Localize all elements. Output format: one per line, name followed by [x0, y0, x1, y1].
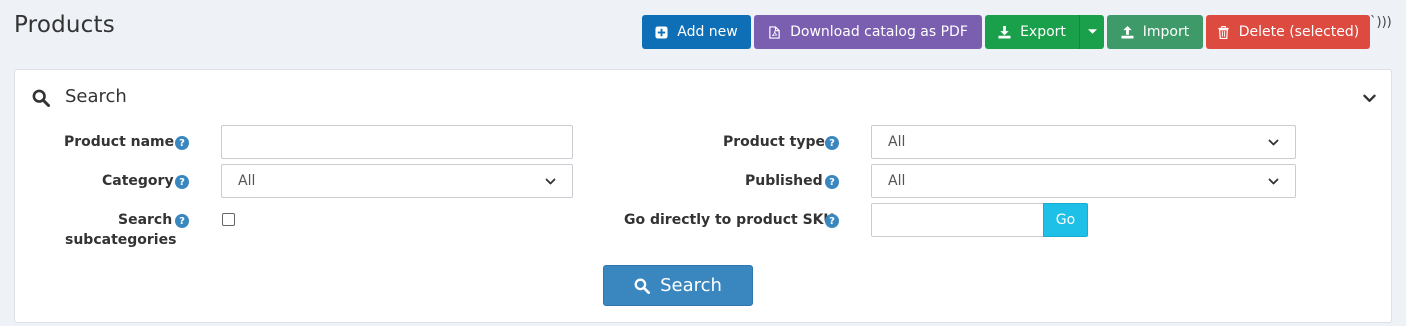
upload-icon	[1121, 25, 1134, 39]
go-button[interactable]: Go	[1043, 203, 1088, 237]
product-type-selected-value: All	[888, 134, 906, 150]
caret-down-icon	[1087, 29, 1097, 34]
search-subcategories-help-icon[interactable]: ?	[175, 214, 189, 228]
download-icon	[998, 25, 1011, 39]
published-label: Published	[745, 173, 823, 189]
product-type-help-icon[interactable]: ?	[825, 136, 839, 150]
sku-label: Go directly to product SKU	[624, 212, 835, 228]
add-new-label: Add new	[677, 24, 738, 40]
search-subcategories-checkbox[interactable]	[222, 213, 235, 226]
search-icon	[634, 278, 651, 294]
published-select[interactable]: All	[871, 164, 1296, 198]
export-button[interactable]: Export	[985, 15, 1079, 49]
product-type-label: Product type	[723, 134, 825, 150]
search-button-label: Search	[660, 275, 722, 296]
export-dropdown-toggle[interactable]	[1079, 15, 1104, 49]
delete-selected-button[interactable]: Delete (selected)	[1206, 15, 1370, 49]
search-subcategories-label-line1: Search	[118, 212, 173, 228]
chevron-down-icon	[1268, 178, 1279, 184]
published-selected-value: All	[888, 173, 906, 189]
import-button[interactable]: Import	[1107, 15, 1203, 49]
delete-selected-label: Delete (selected)	[1238, 24, 1360, 40]
product-name-label: Product name	[64, 134, 175, 150]
trash-icon	[1218, 25, 1229, 39]
page-title: Products	[14, 12, 115, 38]
product-name-input[interactable]	[221, 125, 573, 159]
category-help-icon[interactable]: ?	[175, 175, 189, 189]
export-label: Export	[1020, 24, 1066, 40]
sku-help-icon[interactable]: ?	[825, 214, 839, 228]
category-selected-value: All	[238, 173, 256, 189]
toolbar: Add new Download catalog as PDF Export I…	[642, 15, 1370, 49]
chevron-down-icon	[1268, 139, 1279, 145]
category-select[interactable]: All	[221, 164, 573, 198]
chevron-down-icon	[545, 178, 556, 184]
stray-text: `)))	[1370, 15, 1392, 30]
product-type-select[interactable]: All	[871, 125, 1296, 159]
import-label: Import	[1142, 24, 1190, 40]
download-catalog-pdf-label: Download catalog as PDF	[790, 24, 968, 40]
download-catalog-pdf-button[interactable]: Download catalog as PDF	[754, 15, 982, 49]
search-panel: Search Product name ? Category ? All Sea…	[14, 69, 1392, 323]
product-name-help-icon[interactable]: ?	[175, 136, 189, 150]
sku-input[interactable]	[871, 203, 1044, 237]
category-label: Category	[102, 173, 174, 189]
add-new-button[interactable]: Add new	[642, 15, 751, 49]
search-panel-title: Search	[65, 86, 127, 107]
plus-square-icon	[655, 25, 668, 39]
search-subcategories-label-line2: subcategories	[65, 232, 177, 248]
published-help-icon[interactable]: ?	[825, 175, 839, 189]
search-panel-header[interactable]: Search	[15, 70, 1391, 124]
search-button[interactable]: Search	[603, 265, 753, 306]
chevron-down-icon[interactable]	[1363, 92, 1376, 105]
file-pdf-icon	[769, 25, 780, 39]
search-icon	[32, 89, 50, 107]
